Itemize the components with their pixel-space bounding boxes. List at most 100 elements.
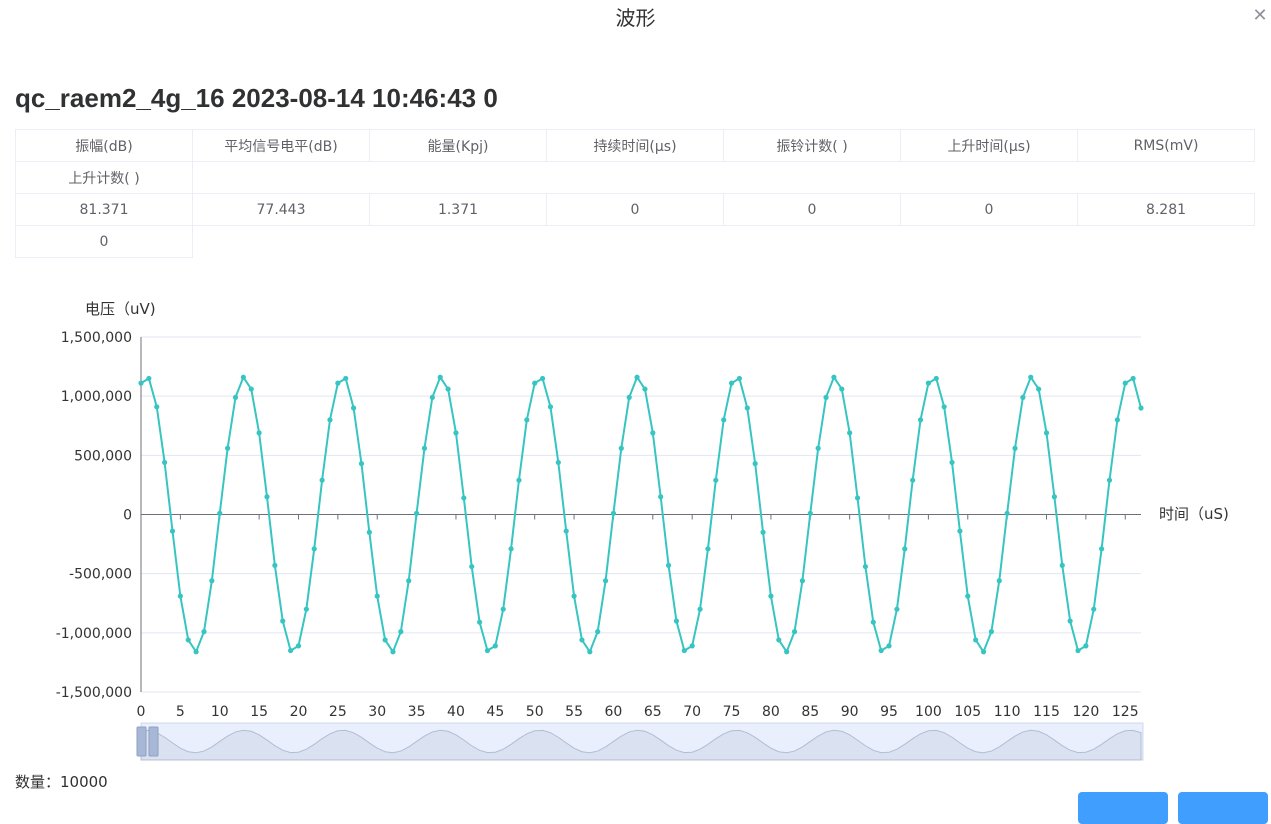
data-point bbox=[209, 578, 215, 584]
data-point bbox=[311, 546, 317, 552]
y-tick-label: 500,000 bbox=[74, 448, 132, 464]
drag-handle-icon[interactable] bbox=[148, 726, 159, 757]
data-point bbox=[839, 386, 845, 392]
x-tick-label: 100 bbox=[915, 704, 942, 720]
data-point bbox=[1091, 606, 1097, 612]
data-point bbox=[539, 375, 546, 382]
params-table: 振幅(dB) 平均信号电平(dB) 能量(Kpj) 持续时间(μs) 振铃计数(… bbox=[15, 129, 1255, 258]
data-point bbox=[272, 562, 278, 568]
data-point bbox=[461, 495, 467, 501]
data-point bbox=[185, 637, 191, 643]
data-point bbox=[319, 477, 325, 483]
data-point bbox=[524, 417, 530, 423]
table-header-cell: 持续时间(μs) bbox=[546, 129, 724, 162]
data-point bbox=[217, 510, 223, 516]
data-point bbox=[721, 417, 727, 423]
x-tick-label: 5 bbox=[176, 704, 185, 720]
data-point bbox=[854, 495, 861, 501]
data-point bbox=[1059, 562, 1065, 568]
data-point bbox=[799, 578, 806, 584]
data-point bbox=[547, 404, 554, 410]
data-point bbox=[933, 375, 939, 382]
data-point bbox=[248, 386, 254, 392]
data-point bbox=[193, 649, 199, 655]
data-point bbox=[476, 619, 483, 625]
drag-handle-icon[interactable] bbox=[136, 726, 147, 757]
data-point bbox=[264, 494, 270, 500]
x-tick-label: 75 bbox=[723, 704, 741, 720]
data-point bbox=[146, 375, 152, 382]
data-point bbox=[516, 477, 522, 483]
waveform-chart[interactable]: 1,500,000 1,000,000 500,000 0 -500,000 -1,000… bbox=[0, 290, 1271, 770]
data-point bbox=[870, 619, 876, 625]
table-header-cell: 能量(Kpj) bbox=[369, 129, 547, 162]
x-tick-label: 90 bbox=[841, 704, 859, 720]
data-point bbox=[744, 405, 750, 411]
close-icon[interactable]: ✕ bbox=[1251, 7, 1269, 25]
data-point bbox=[335, 380, 341, 386]
waveform-chart-svg[interactable]: 1,500,000 1,000,000 500,000 0 -500,000 -1,000… bbox=[0, 290, 1271, 770]
x-tick-label: 45 bbox=[486, 704, 504, 720]
y-tick-label: -1,500,000 bbox=[56, 685, 132, 701]
data-point bbox=[925, 380, 932, 386]
table-value-cell: 81.371 bbox=[15, 193, 193, 226]
data-point bbox=[177, 593, 183, 599]
data-point bbox=[350, 405, 357, 411]
y-tick-label: -1,000,000 bbox=[56, 626, 132, 642]
data-point bbox=[831, 374, 837, 380]
data-point bbox=[280, 618, 286, 624]
data-point bbox=[815, 445, 821, 451]
data-point bbox=[949, 459, 955, 466]
table-header-cell: RMS(mV) bbox=[1077, 129, 1255, 162]
table-value-cell: 1.371 bbox=[369, 193, 547, 226]
x-tick-label: 50 bbox=[526, 704, 544, 720]
data-point bbox=[894, 606, 900, 612]
data-point bbox=[910, 477, 916, 483]
data-point bbox=[665, 562, 672, 568]
data-point bbox=[673, 618, 680, 624]
count-label: 数量：10000 bbox=[15, 773, 108, 791]
data-point bbox=[469, 563, 475, 570]
data-point bbox=[1067, 618, 1073, 624]
table-row: 0 bbox=[15, 225, 1255, 258]
y-tick-label: 0 bbox=[123, 508, 132, 524]
data-point bbox=[201, 629, 207, 635]
data-point bbox=[595, 629, 601, 635]
data-point bbox=[1083, 643, 1089, 649]
event-title: qc_raem2_4g_16 2023-08-14 10:46:43 0 bbox=[15, 83, 498, 113]
data-point bbox=[681, 647, 687, 654]
data-point bbox=[492, 643, 498, 649]
data-point bbox=[965, 593, 971, 599]
data-point bbox=[1004, 510, 1010, 516]
data-point bbox=[508, 546, 514, 552]
x-tick-label: 85 bbox=[801, 704, 819, 720]
data-point bbox=[563, 528, 569, 534]
data-point bbox=[784, 649, 790, 655]
x-tick-label: 0 bbox=[137, 704, 146, 720]
data-point bbox=[1075, 647, 1081, 654]
data-point bbox=[886, 643, 892, 649]
table-header-cell: 上升计数( ) bbox=[15, 161, 193, 194]
data-point bbox=[288, 647, 294, 654]
data-point bbox=[1114, 417, 1120, 423]
table-value-cell: 0 bbox=[546, 193, 724, 226]
data-point bbox=[610, 510, 617, 516]
data-point bbox=[421, 445, 428, 451]
data-point bbox=[697, 606, 703, 612]
table-value-cell: 0 bbox=[900, 193, 1078, 226]
table-header-cell: 振铃计数( ) bbox=[723, 129, 901, 162]
x-tick-label: 115 bbox=[1033, 704, 1060, 720]
x-tick-label: 110 bbox=[994, 704, 1021, 720]
data-point bbox=[579, 637, 585, 643]
data-point bbox=[602, 578, 609, 584]
x-tick-label: 70 bbox=[683, 704, 701, 720]
data-point bbox=[634, 374, 640, 380]
data-point bbox=[327, 417, 333, 423]
y-axis-label: 电压（uV) bbox=[85, 300, 156, 318]
data-point bbox=[917, 417, 924, 423]
data-point bbox=[626, 394, 632, 400]
y-tick-label: 1,000,000 bbox=[61, 389, 132, 405]
data-point bbox=[791, 629, 798, 635]
data-point bbox=[398, 629, 404, 635]
data-point bbox=[1106, 477, 1113, 483]
